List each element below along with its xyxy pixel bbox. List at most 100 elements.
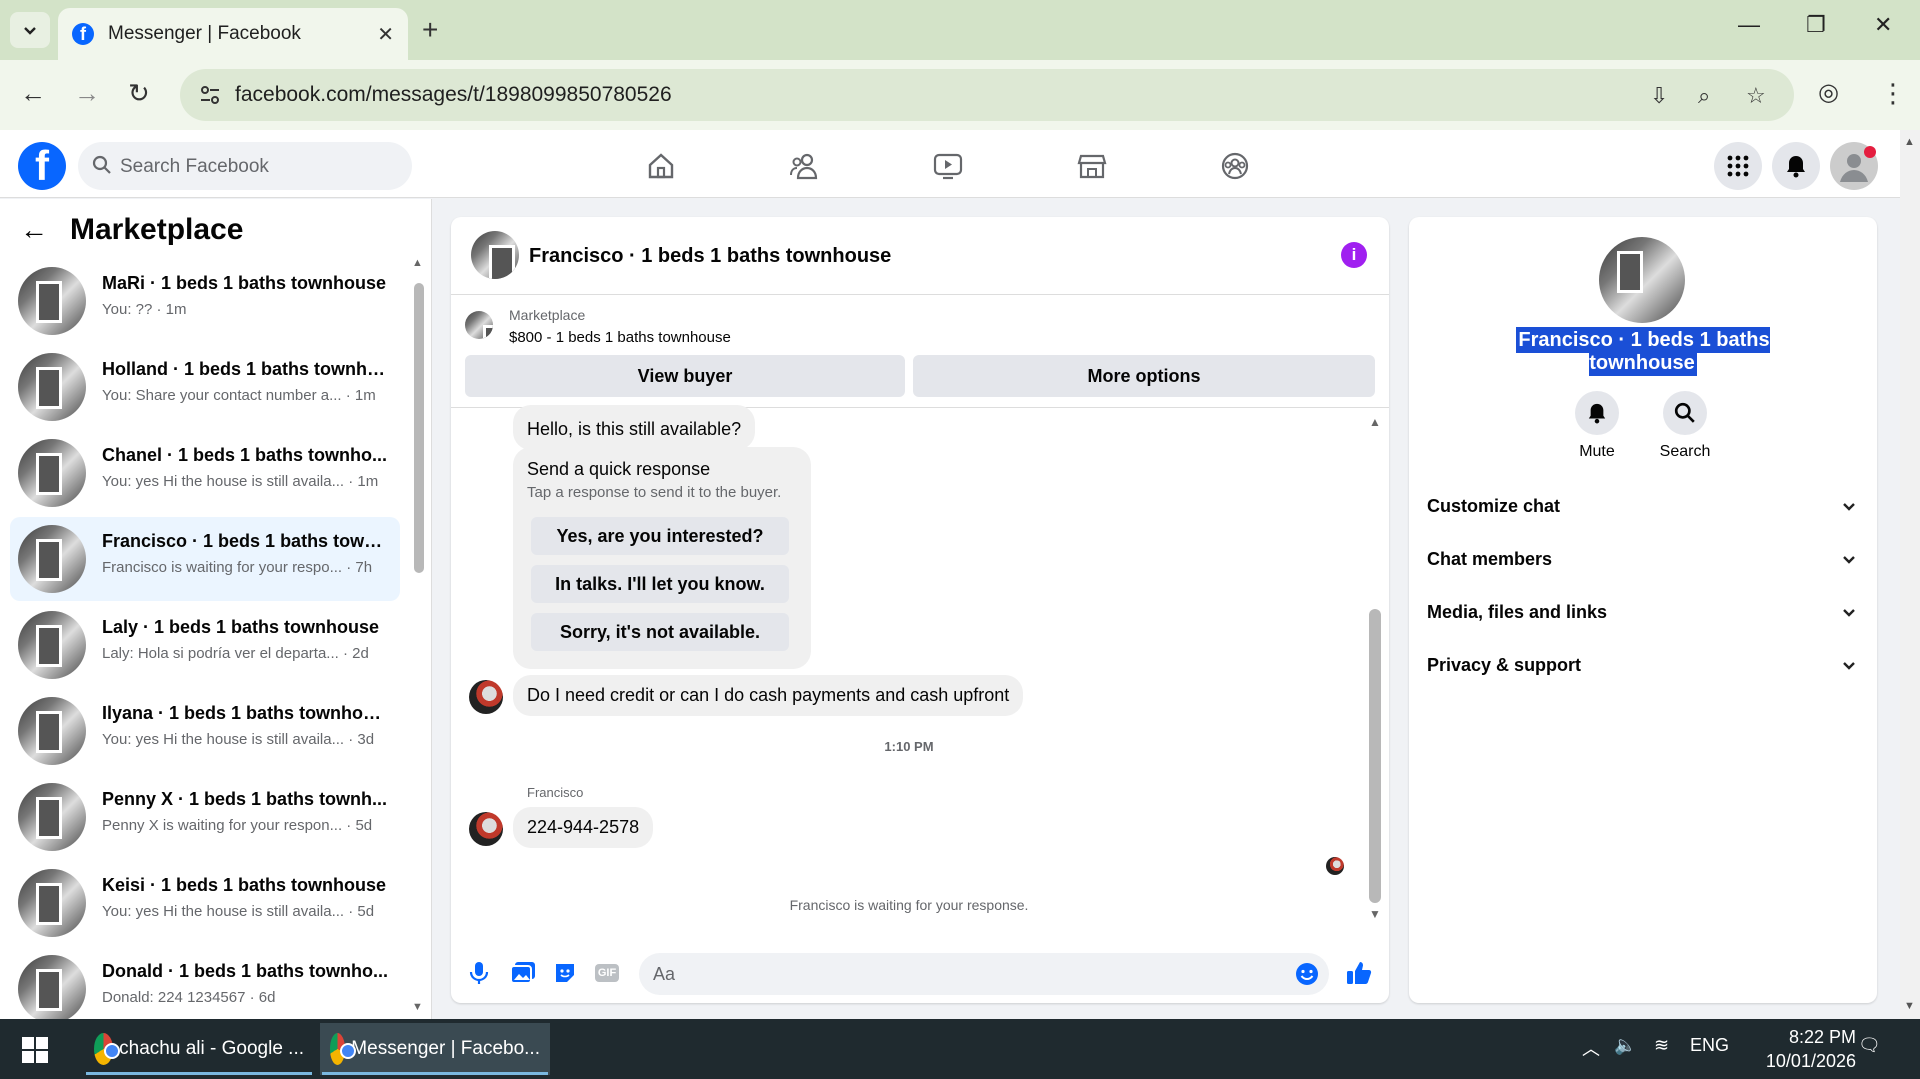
friends-icon[interactable] [787, 148, 823, 184]
message-input[interactable]: Aa [639, 953, 1329, 995]
quick-response-subtitle: Tap a response to send it to the buyer. [527, 484, 782, 501]
listing-avatar [18, 525, 86, 593]
facebook-search-input[interactable]: Search Facebook [78, 142, 412, 190]
sticker-icon[interactable] [551, 959, 579, 987]
media-files-links-section[interactable]: Media, files and links [1427, 597, 1857, 627]
microphone-icon[interactable] [465, 959, 493, 987]
conversation-item[interactable]: Keisi · 1 beds 1 baths townhouse You: ye… [10, 861, 400, 945]
bookmark-star-icon[interactable]: ☆ [1746, 83, 1766, 109]
conversation-item[interactable]: Chanel · 1 beds 1 baths townho... You: y… [10, 431, 400, 515]
chat-scrollbar-thumb[interactable] [1369, 609, 1381, 903]
quick-reply-talks-button[interactable]: In talks. I'll let you know. [531, 565, 789, 603]
windows-taskbar: chachu ali - Google ... Messenger | Face… [0, 1019, 1920, 1079]
scroll-down-arrow-icon[interactable]: ▼ [1369, 907, 1381, 921]
message-bubble: Do I need credit or can I do cash paymen… [513, 675, 1024, 716]
browser-tab-bar: f Messenger | Facebook ✕ + — ❐ ✕ [0, 0, 1920, 60]
address-bar[interactable]: facebook.com/messages/t/1898099850780526… [180, 69, 1794, 121]
conversation-preview: You: ?? · 1m [102, 301, 187, 318]
close-window-button[interactable]: ✕ [1874, 12, 1892, 38]
scroll-up-arrow-icon[interactable]: ▲ [1904, 136, 1915, 148]
windows-start-icon[interactable] [22, 1037, 48, 1063]
conversation-item[interactable]: Holland · 1 beds 1 baths townho... You: … [10, 345, 400, 429]
conversation-item[interactable]: Donald · 1 beds 1 baths townho... Donald… [10, 947, 400, 1019]
close-tab-icon[interactable]: ✕ [377, 22, 394, 47]
conversation-name: Laly · 1 beds 1 baths townhouse [102, 617, 380, 637]
chevron-up-icon[interactable]: ︿ [1582, 1035, 1600, 1061]
listing-avatar [18, 783, 86, 851]
info-icon[interactable]: i [1341, 242, 1367, 268]
taskbar-app-chrome-2[interactable]: Messenger | Facebo... [320, 1023, 550, 1075]
conversation-item-active[interactable]: Francisco · 1 beds 1 baths townh... Fran… [10, 517, 400, 601]
chat-members-section[interactable]: Chat members [1427, 544, 1857, 574]
home-icon[interactable] [643, 148, 679, 184]
sender-avatar[interactable] [469, 680, 503, 714]
video-icon[interactable] [930, 148, 966, 184]
profile-icon[interactable]: ◎ [1818, 78, 1839, 107]
search-in-chat-button[interactable]: Search [1645, 391, 1725, 461]
menu-grid-icon[interactable] [1714, 142, 1762, 190]
menu-dots-icon[interactable]: ⋮ [1880, 78, 1906, 109]
gif-icon[interactable]: GIF [593, 959, 621, 987]
wifi-icon[interactable]: ≋ [1654, 1035, 1669, 1056]
mute-button[interactable]: Mute [1557, 391, 1637, 461]
groups-icon[interactable] [1217, 148, 1253, 184]
thumbs-up-icon[interactable] [1345, 959, 1373, 987]
marketplace-icon[interactable] [1074, 148, 1110, 184]
facebook-logo-icon[interactable]: f [18, 142, 66, 190]
install-app-icon[interactable]: ⇩ [1650, 83, 1668, 109]
conversation-name: Penny X · 1 beds 1 baths townh... [102, 789, 388, 809]
restore-button[interactable]: ❐ [1806, 12, 1826, 38]
language-indicator[interactable]: ENG [1690, 1035, 1729, 1056]
scroll-up-arrow-icon[interactable]: ▲ [1369, 415, 1381, 429]
left-scrollbar-thumb[interactable] [414, 283, 424, 573]
bell-icon [1575, 391, 1619, 435]
chat-title[interactable]: Francisco · 1 beds 1 baths townhouse [529, 245, 891, 268]
scroll-down-arrow-icon[interactable]: ▼ [1904, 1000, 1915, 1012]
message-bubble: 224-944-2578 [513, 807, 654, 848]
conversation-item[interactable]: Penny X · 1 beds 1 baths townh... Penny … [10, 775, 400, 859]
sender-avatar[interactable] [469, 812, 503, 846]
new-tab-button[interactable]: + [422, 14, 438, 46]
zoom-icon[interactable]: ⌕ [1698, 83, 1710, 109]
tab-title: Messenger | Facebook [108, 23, 301, 44]
site-settings-icon[interactable] [198, 83, 222, 107]
view-buyer-button[interactable]: View buyer [465, 355, 905, 397]
contact-avatar[interactable] [1599, 237, 1685, 323]
quick-reply-yes-button[interactable]: Yes, are you interested? [531, 517, 789, 555]
minimize-button[interactable]: — [1738, 12, 1760, 38]
scroll-up-arrow-icon[interactable]: ▲ [412, 257, 423, 269]
privacy-support-section[interactable]: Privacy & support [1427, 650, 1857, 680]
page-scrollbar[interactable]: ▲ ▼ [1900, 130, 1920, 1019]
taskbar-app-chrome-1[interactable]: chachu ali - Google ... [84, 1023, 314, 1075]
conversation-preview: You: yes Hi the house is still availa...… [102, 731, 375, 748]
scroll-down-arrow-icon[interactable]: ▼ [412, 1001, 423, 1013]
notifications-bell-icon[interactable] [1772, 142, 1820, 190]
speaker-icon[interactable]: 🔈 [1614, 1035, 1636, 1056]
conversation-item[interactable]: Laly · 1 beds 1 baths townhouse Laly: Ho… [10, 603, 400, 687]
more-options-button[interactable]: More options [913, 355, 1375, 397]
back-button[interactable]: ← [20, 78, 46, 109]
reload-button[interactable]: ↻ [128, 78, 150, 109]
taskbar-app-label: chachu ali - Google ... [119, 1038, 304, 1059]
notification-center-icon[interactable]: 🗨 [1858, 1035, 1881, 1056]
conversation-preview: Penny X is waiting for your respon... · … [102, 817, 373, 834]
emoji-icon[interactable] [1295, 962, 1319, 986]
back-arrow-icon[interactable]: ← [20, 214, 48, 246]
listing-price-title[interactable]: $800 - 1 beds 1 baths townhouse [509, 329, 731, 346]
left-panel-header: ← Marketplace [20, 213, 243, 247]
system-clock[interactable]: 8:22 PM 10/01/2026 [1740, 1025, 1856, 1073]
conversation-item[interactable]: MaRi · 1 beds 1 baths townhouse You: ?? … [10, 259, 400, 343]
quick-reply-sorry-button[interactable]: Sorry, it's not available. [531, 613, 789, 651]
url-text: facebook.com/messages/t/1898099850780526 [235, 83, 672, 106]
forward-button[interactable]: → [74, 78, 100, 109]
chat-avatar[interactable] [471, 231, 519, 279]
chat-header: Francisco · 1 beds 1 baths townhouse i [451, 217, 1389, 295]
conversation-item[interactable]: Ilyana · 1 beds 1 baths townhouse You: y… [10, 689, 400, 773]
browser-tab-active[interactable]: f Messenger | Facebook ✕ [58, 8, 408, 60]
customize-chat-section[interactable]: Customize chat [1427, 491, 1857, 521]
taskbar-app-label: Messenger | Facebo... [351, 1038, 540, 1059]
tab-search-button[interactable] [10, 12, 50, 48]
photo-icon[interactable] [509, 959, 537, 987]
account-avatar[interactable] [1830, 142, 1878, 190]
chat-panel: Francisco · 1 beds 1 baths townhouse i M… [451, 217, 1389, 1003]
